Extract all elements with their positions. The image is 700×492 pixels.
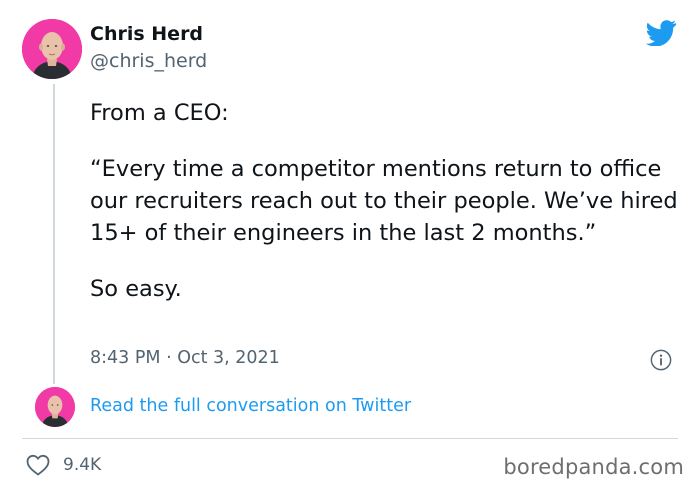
thread-line: [53, 84, 55, 384]
divider: [22, 438, 678, 439]
author-avatar[interactable]: [22, 19, 82, 79]
like-button[interactable]: 9.4K: [26, 453, 101, 477]
like-count: 9.4K: [63, 455, 102, 475]
tweet-text: From a CEO: “Every time a competitor men…: [90, 97, 690, 305]
tweet-timestamp[interactable]: 8:43 PM · Oct 3, 2021: [90, 348, 280, 368]
read-conversation-link[interactable]: Read the full conversation on Twitter: [90, 396, 411, 416]
tweet-paragraph-closing: So easy.: [90, 276, 182, 302]
avatar-portrait-small: [35, 387, 75, 427]
author-name[interactable]: Chris Herd: [90, 23, 203, 45]
author-handle[interactable]: @chris_herd: [90, 50, 207, 72]
tweet-paragraph-intro: From a CEO:: [90, 100, 229, 126]
twitter-bird-icon[interactable]: [645, 20, 677, 46]
tweet-paragraph-quote: “Every time a competitor mentions return…: [90, 156, 678, 246]
heart-icon[interactable]: [26, 454, 50, 476]
avatar-portrait: [22, 19, 82, 79]
reply-avatar[interactable]: [35, 387, 75, 427]
info-icon[interactable]: [650, 349, 672, 371]
watermark: boredpanda.com: [503, 455, 684, 479]
